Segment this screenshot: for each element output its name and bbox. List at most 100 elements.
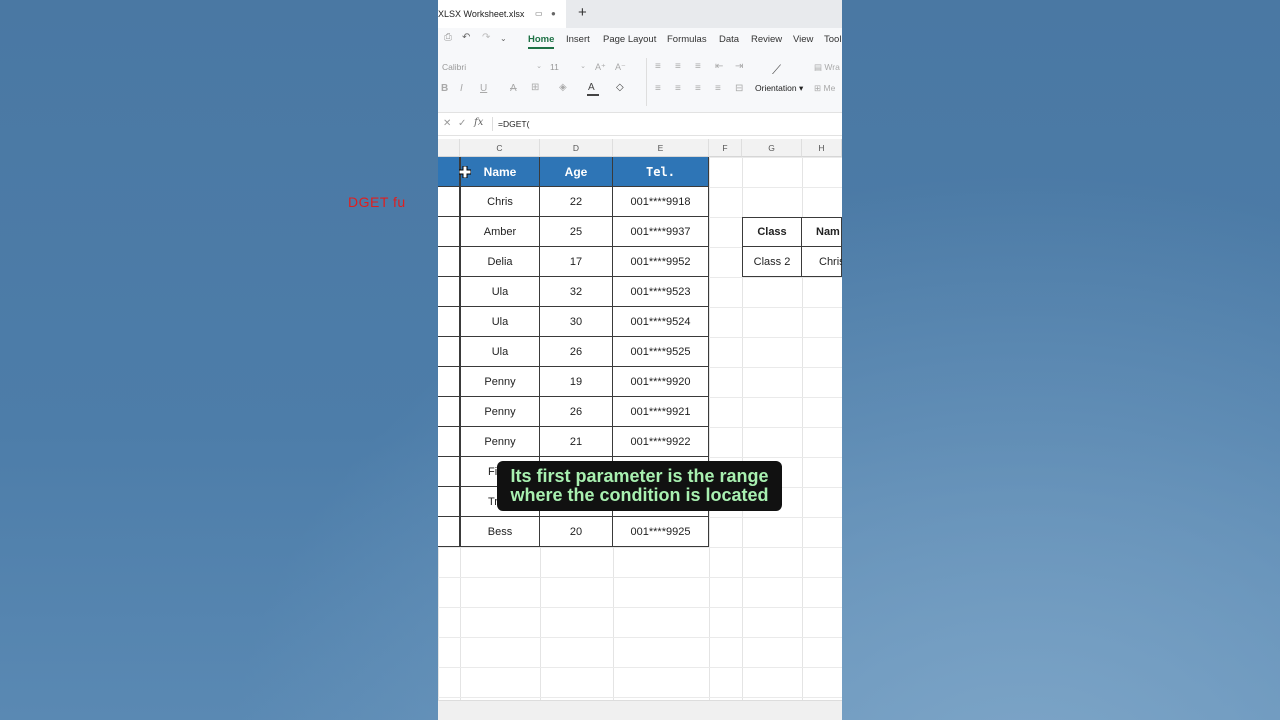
criteria-value-cell[interactable]: Chris — [802, 247, 842, 277]
align-middle-icon[interactable]: ≡ — [675, 61, 681, 72]
quick-access-more-icon[interactable]: ⌄ — [500, 34, 507, 43]
underline-icon[interactable]: U — [480, 83, 487, 94]
table-header-cell-b[interactable] — [438, 157, 460, 187]
table-cell[interactable]: 001****9922 — [613, 427, 709, 457]
cell-grid[interactable]: Name Age Tel. Chris 22 001****9918 Amber 25 001*… — [438, 157, 842, 700]
tab-home[interactable]: Home — [528, 34, 554, 45]
table-cell-b[interactable] — [438, 517, 460, 547]
increase-font-icon[interactable]: A⁺ — [595, 62, 606, 73]
table-cell[interactable]: 001****9920 — [613, 367, 709, 397]
table-cell-b[interactable] — [438, 247, 460, 277]
table-cell[interactable]: Penny — [460, 367, 540, 397]
table-cell-b[interactable] — [438, 217, 460, 247]
table-cell[interactable]: Chris — [460, 187, 540, 217]
table-cell[interactable]: 20 — [540, 517, 613, 547]
tab-formulas[interactable]: Formulas — [667, 34, 707, 45]
clear-format-icon[interactable]: ◇ — [616, 82, 624, 93]
redo-icon[interactable]: ↷ — [482, 32, 490, 43]
column-header-e[interactable]: E — [613, 139, 709, 157]
table-cell[interactable]: 21 — [540, 427, 613, 457]
column-header-f[interactable]: F — [709, 139, 742, 157]
column-header-c[interactable]: C — [460, 139, 540, 157]
merge-button[interactable]: ⊞ Me — [814, 83, 835, 94]
table-header-cell[interactable]: Age — [540, 157, 613, 187]
tab-tools[interactable]: Tool — [824, 34, 841, 45]
table-cell[interactable]: 19 — [540, 367, 613, 397]
fill-color-icon[interactable]: ◈ — [559, 82, 567, 93]
undo-icon[interactable]: ↶ — [462, 32, 470, 43]
table-cell-b[interactable] — [438, 427, 460, 457]
align-left-icon[interactable]: ≡ — [655, 83, 661, 94]
column-header-h[interactable]: H — [802, 139, 842, 157]
justify-icon[interactable]: ≡ — [715, 83, 721, 94]
tab-view[interactable]: View — [793, 34, 813, 45]
table-cell[interactable]: 26 — [540, 397, 613, 427]
table-cell[interactable]: Ula — [460, 277, 540, 307]
decrease-font-icon[interactable]: A⁻ — [615, 62, 626, 73]
criteria-header-cell[interactable]: Class — [742, 217, 802, 247]
table-header-cell[interactable]: Tel. — [613, 157, 709, 187]
table-cell[interactable]: Bess — [460, 517, 540, 547]
table-cell-b[interactable] — [438, 397, 460, 427]
table-cell[interactable]: 001****9937 — [613, 217, 709, 247]
table-cell[interactable]: 32 — [540, 277, 613, 307]
table-cell[interactable]: 001****9525 — [613, 337, 709, 367]
table-cell-b[interactable] — [438, 367, 460, 397]
table-cell-b[interactable] — [438, 487, 460, 517]
table-cell[interactable]: 30 — [540, 307, 613, 337]
save-icon[interactable]: ⎙ — [444, 32, 452, 43]
tab-insert[interactable]: Insert — [566, 34, 590, 45]
column-header-d[interactable]: D — [540, 139, 613, 157]
table-cell[interactable]: Penny — [460, 397, 540, 427]
cancel-icon[interactable]: ✕ — [443, 118, 451, 129]
italic-icon[interactable]: I — [460, 83, 463, 94]
formula-input[interactable]: =DGET( — [498, 119, 529, 129]
table-cell[interactable]: 25 — [540, 217, 613, 247]
insert-function-icon[interactable]: fx — [474, 117, 483, 128]
orientation-icon[interactable]: ⟋ — [772, 62, 781, 78]
table-cell[interactable]: 001****9921 — [613, 397, 709, 427]
table-cell-b[interactable] — [438, 187, 460, 217]
table-cell[interactable]: Ula — [460, 307, 540, 337]
table-cell[interactable]: Delia — [460, 247, 540, 277]
borders-icon[interactable]: ⊞ — [531, 82, 539, 93]
table-cell[interactable]: 001****9952 — [613, 247, 709, 277]
distributed-icon[interactable]: ⊟ — [735, 83, 743, 94]
table-cell[interactable]: Amber — [460, 217, 540, 247]
strikethrough-icon[interactable]: A — [510, 83, 517, 94]
table-cell[interactable]: 001****9918 — [613, 187, 709, 217]
align-right-icon[interactable]: ≡ — [695, 83, 701, 94]
tab-data[interactable]: Data — [719, 34, 739, 45]
new-tab-button[interactable]: + — [578, 4, 587, 21]
tab-review[interactable]: Review — [751, 34, 782, 45]
table-cell-b[interactable] — [438, 337, 460, 367]
font-color-icon[interactable]: A — [588, 82, 595, 93]
align-top-icon[interactable]: ≡ — [655, 61, 661, 72]
document-tab[interactable]: XLSX Worksheet.xlsx ▭ ● — [438, 0, 566, 28]
table-cell[interactable]: 001****9925 — [613, 517, 709, 547]
table-cell[interactable]: 17 — [540, 247, 613, 277]
criteria-value-cell[interactable]: Class 2 — [742, 247, 802, 277]
table-header-cell[interactable]: Name — [460, 157, 540, 187]
criteria-header-cell[interactable]: Nam — [802, 217, 842, 247]
table-cell[interactable]: 26 — [540, 337, 613, 367]
wrap-text-button[interactable]: ▤ Wra — [814, 62, 840, 73]
table-cell-b[interactable] — [438, 307, 460, 337]
table-cell[interactable]: Ula — [460, 337, 540, 367]
font-name-select[interactable]: Calibri ⌄ — [442, 62, 542, 76]
table-cell[interactable]: 22 — [540, 187, 613, 217]
indent-icon[interactable]: ⇥ — [735, 61, 743, 72]
tab-page-layout[interactable]: Page Layout — [603, 34, 656, 45]
confirm-icon[interactable]: ✓ — [458, 118, 466, 129]
table-cell-b[interactable] — [438, 277, 460, 307]
orientation-button[interactable]: Orientation ▾ — [755, 83, 803, 94]
font-size-select[interactable]: 11 ⌄ — [550, 62, 586, 76]
column-header-g[interactable]: G — [742, 139, 802, 157]
bold-icon[interactable]: B — [441, 83, 448, 94]
table-cell-b[interactable] — [438, 457, 460, 487]
align-center-icon[interactable]: ≡ — [675, 83, 681, 94]
outdent-icon[interactable]: ⇤ — [715, 61, 723, 72]
align-bottom-icon[interactable]: ≡ — [695, 61, 701, 72]
table-cell[interactable]: 001****9523 — [613, 277, 709, 307]
table-cell[interactable]: 001****9524 — [613, 307, 709, 337]
